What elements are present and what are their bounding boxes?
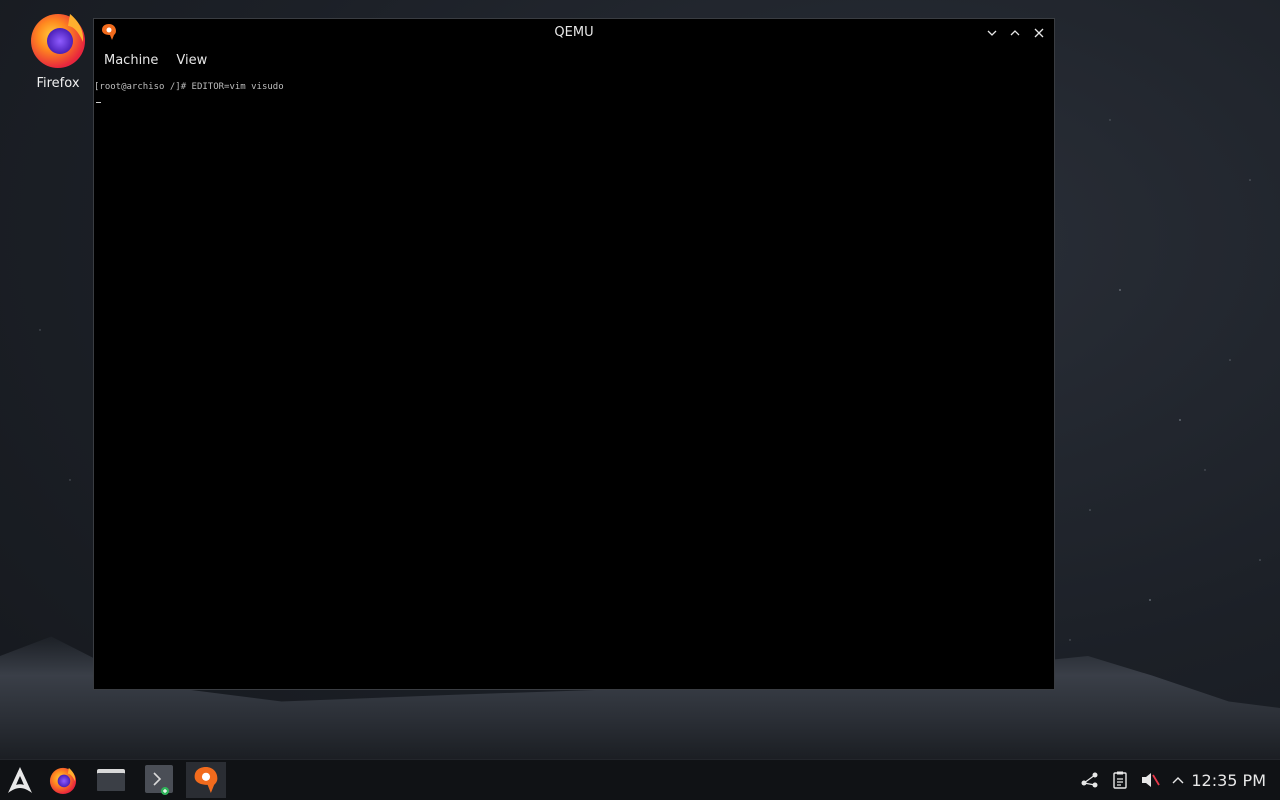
taskbar-clock[interactable]: 12:35 PM: [1191, 771, 1266, 790]
volume-muted-icon: [1142, 773, 1160, 787]
desktop-icon-firefox[interactable]: Firefox: [24, 8, 92, 91]
minimize-button[interactable]: [984, 25, 1000, 41]
menu-machine[interactable]: Machine: [104, 53, 158, 68]
network-icon: [1081, 772, 1098, 788]
tray-clipboard[interactable]: [1108, 760, 1132, 800]
close-icon: [1034, 28, 1044, 38]
file-manager-icon: [97, 769, 125, 791]
qemu-window[interactable]: QEMU Machine View [root@archiso /]# EDIT…: [93, 18, 1055, 690]
taskbar-qemu[interactable]: [186, 762, 226, 798]
minimize-icon: [987, 30, 997, 36]
vm-console[interactable]: [root@archiso /]# EDITOR=vim visudo: [94, 79, 1054, 689]
terminal-icon: [145, 765, 173, 795]
taskbar-firefox[interactable]: [43, 762, 83, 798]
console-cursor: [96, 102, 101, 103]
taskbar-file-manager[interactable]: [91, 762, 131, 798]
application-launcher[interactable]: [0, 762, 40, 798]
taskbar: 12:35 PM: [0, 759, 1280, 800]
maximize-button[interactable]: [1007, 25, 1023, 41]
tray-volume[interactable]: [1138, 760, 1162, 800]
tray-expander[interactable]: [1166, 760, 1190, 800]
menubar: Machine View: [94, 47, 1054, 73]
close-button[interactable]: [1031, 25, 1047, 41]
taskbar-terminal[interactable]: [139, 762, 179, 798]
maximize-icon: [1010, 30, 1020, 36]
window-title: QEMU: [554, 25, 594, 40]
arch-linux-icon: [8, 767, 32, 793]
chevron-up-icon: [1172, 777, 1184, 784]
desktop-icon-label: Firefox: [36, 76, 80, 91]
tray-network[interactable]: [1078, 760, 1102, 800]
console-prompt-line: [root@archiso /]# EDITOR=vim visudo: [94, 82, 284, 92]
firefox-icon: [49, 767, 77, 795]
window-titlebar[interactable]: QEMU: [94, 19, 1054, 47]
clipboard-icon: [1113, 771, 1127, 789]
firefox-icon: [31, 14, 85, 68]
qemu-icon: [194, 767, 218, 793]
menu-view[interactable]: View: [176, 53, 207, 68]
